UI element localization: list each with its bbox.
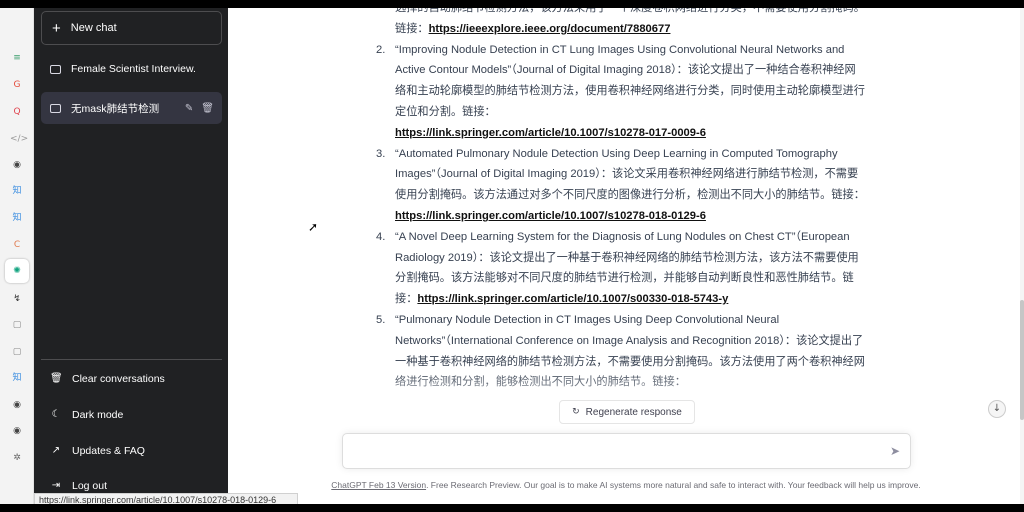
extension-rail: ≡ G Q </> ◉ 知知 C ✺ ↯ ▢ ▢ 知 ◉ ◉ ✲ [0,8,34,504]
send-icon[interactable]: ➤ [890,444,900,458]
version-link[interactable]: ChatGPT Feb 13 Version [331,480,426,490]
list-item: 2. “Improving Nodule Detection in CT Lun… [376,40,866,144]
status-bar-url: https://link.springer.com/article/10.100… [34,493,298,504]
conversation-title: 无mask肺结节检测 [71,102,160,115]
settings-icon[interactable]: ✲ [10,451,24,465]
menu-label: Updates & FAQ [72,445,145,457]
app-icon[interactable] [10,24,24,38]
new-chat-label: New chat [70,22,117,34]
list-item: 3. “Automated Pulmonary Nodule Detection… [376,144,866,227]
footer-disclaimer: ChatGPT Feb 13 Version. Free Research Pr… [228,480,1024,490]
trash-icon: 🗑 [50,373,63,384]
logout-icon: ⇥ [51,480,61,491]
scrollbar-thumb[interactable] [1020,300,1024,420]
menu-label: Log out [72,480,108,492]
item-text: “Automated Pulmonary Nodule Detection Us… [395,147,865,202]
reference-link[interactable]: https://link.springer.com/article/10.100… [395,210,706,222]
doc-icon[interactable]: ▢ [10,318,24,332]
refresh-icon: ↻ [572,407,580,417]
zhihu-icon[interactable]: 知 [10,184,24,198]
reference-link[interactable]: https://ieeexplore.ieee.org/document/788… [429,23,671,35]
doc-icon-2[interactable]: ▢ [10,345,24,359]
dark-mode-button[interactable]: ☾ Dark mode [41,399,222,431]
external-link-icon: ↗ [51,445,61,456]
mouse-cursor-icon: ➚ [308,220,319,234]
q-icon[interactable]: Q [10,105,24,119]
item-number: 4. [376,230,386,243]
menu-icon[interactable]: ≡ [10,51,24,65]
google-icon[interactable]: G [10,78,24,92]
sidebar-divider [41,359,222,360]
edit-icon[interactable]: ✎ [185,103,193,114]
reference-link[interactable]: https://link.springer.com/article/10.100… [417,293,728,305]
menu-label: Clear conversations [72,373,165,385]
chatgpt-icon[interactable]: ✺ [5,259,29,283]
github-icon[interactable]: ◉ [10,158,24,172]
code-icon[interactable]: </> [10,132,28,146]
item-text: “Improving Nodule Detection in CT Lung I… [395,43,865,118]
plus-icon: + [52,19,61,37]
updates-faq-link[interactable]: ↗ Updates & FAQ [41,435,222,467]
item-number: 3. [376,147,386,160]
menu-label: Dark mode [72,409,124,421]
list-item-partial: 选择的自动肺结节检测方法，该方法采用了一个深度卷积网络进行分类，不需要使用分割掩… [376,8,866,40]
scroll-down-button[interactable]: ↓ [988,400,1006,418]
assistant-response: 选择的自动肺结节检测方法，该方法采用了一个深度卷积网络进行分类，不需要使用分割掩… [376,8,866,393]
chat-bubble-icon [50,64,61,74]
zhihu-icon-3[interactable]: 知 [10,371,24,385]
chat-bubble-icon [50,103,61,113]
leaf-icon[interactable]: ↯ [10,292,24,306]
zhihu-icon-2[interactable]: 知 [10,211,24,225]
footer-text: . Free Research Preview. Our goal is to … [426,480,921,490]
conversation-item-female-scientist[interactable]: Female Scientist Interview. [41,53,222,85]
app-window: ≡ G Q </> ◉ 知知 C ✺ ↯ ▢ ▢ 知 ◉ ◉ ✲ + New chat Female Sci… [0,8,1024,504]
regenerate-label: Regenerate response [585,406,682,418]
clear-conversations-button[interactable]: 🗑 Clear conversations [41,363,222,395]
chat-main: 选择的自动肺结节检测方法，该方法采用了一个深度卷积网络进行分类，不需要使用分割掩… [228,8,1024,504]
sidebar: + New chat Female Scientist Interview. 无… [34,8,228,504]
regenerate-response-button[interactable]: ↻ Regenerate response [559,400,695,424]
conversation-item-selected[interactable]: 无mask肺结节检测 ✎ 🗑 [41,92,222,124]
conversation-title: Female Scientist Interview. [71,63,196,75]
scrollbar[interactable] [1020,8,1024,504]
moon-icon: ☾ [51,409,61,420]
list-item: 4. “A Novel Deep Learning System for the… [376,227,866,310]
reference-link[interactable]: https://link.springer.com/article/10.100… [395,127,706,139]
new-chat-button[interactable]: + New chat [41,11,222,45]
item-number: 2. [376,43,386,56]
message-input[interactable]: ➤ [342,433,911,469]
c-icon[interactable]: C [10,238,24,252]
trash-icon[interactable]: 🗑 [201,103,214,114]
github-icon-2[interactable]: ◉ [10,398,24,412]
github-icon-3[interactable]: ◉ [10,424,24,438]
